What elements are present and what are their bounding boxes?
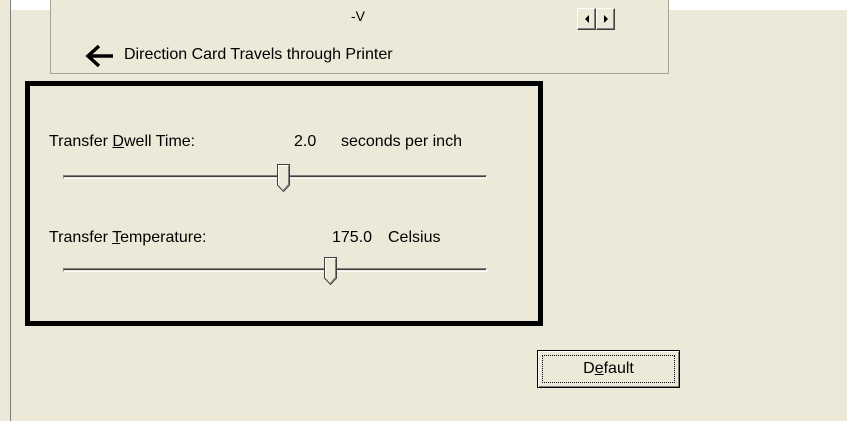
dwell-label-suffix: well Time: xyxy=(123,133,196,150)
scroll-right-arrow-icon xyxy=(603,15,608,23)
dwell-time-unit: seconds per inch xyxy=(341,133,462,150)
temperature-label-prefix: Transfer xyxy=(49,229,113,246)
direction-label: Direction Card Travels through Printer xyxy=(124,46,393,63)
scroll-left-button[interactable] xyxy=(577,8,596,30)
temperature-value: 175.0 xyxy=(332,229,373,246)
default-label-prefix: D xyxy=(583,360,595,377)
left-arrow-icon xyxy=(85,44,113,68)
temperature-slider-track xyxy=(63,268,487,272)
dwell-time-slider-thumb[interactable] xyxy=(277,164,290,192)
dwell-time-slider[interactable] xyxy=(63,164,487,192)
temperature-label: Transfer Temperature: xyxy=(49,229,206,247)
temperature-label-mnemonic: T xyxy=(112,229,121,246)
flip-label: -V xyxy=(351,8,365,24)
preview-scroll-buttons xyxy=(577,8,615,30)
dwell-label-prefix: Transfer xyxy=(49,133,113,150)
temperature-unit: Celsius xyxy=(388,229,441,246)
card-preview-group: -V Direction Card Travels through Printe… xyxy=(50,0,669,74)
dwell-label-mnemonic: D xyxy=(112,133,124,150)
default-label-mnemonic: e xyxy=(594,360,604,377)
temperature-slider[interactable] xyxy=(63,257,487,285)
transfer-settings-highlight: Transfer Dwell Time: 2.0 seconds per inc… xyxy=(25,81,543,326)
default-label-suffix: fault xyxy=(603,360,634,377)
dwell-time-value: 2.0 xyxy=(294,133,317,150)
default-button-label: Default xyxy=(583,360,634,378)
default-button[interactable]: Default xyxy=(537,350,680,388)
temperature-slider-thumb[interactable] xyxy=(324,257,337,285)
window-left-edge xyxy=(0,0,11,421)
scroll-left-arrow-icon xyxy=(584,15,589,23)
temperature-label-suffix: emperature: xyxy=(120,229,207,246)
dwell-time-label: Transfer Dwell Time: xyxy=(49,133,195,151)
dwell-time-slider-track xyxy=(63,175,487,179)
scroll-right-button[interactable] xyxy=(596,8,615,30)
